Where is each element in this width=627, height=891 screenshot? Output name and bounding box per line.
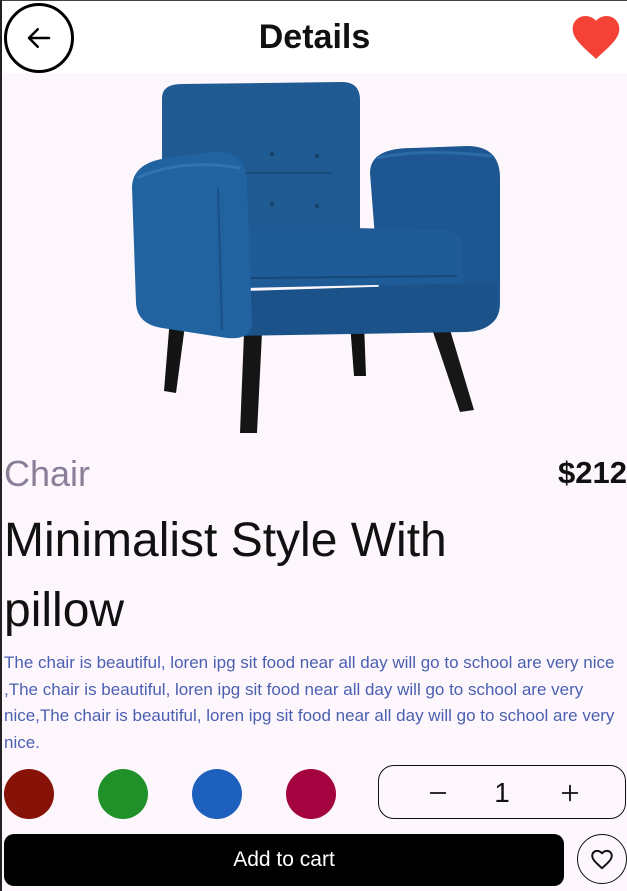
product-category: Chair bbox=[4, 453, 91, 494]
plus-icon bbox=[561, 784, 579, 802]
quantity-value: 1 bbox=[494, 777, 510, 808]
heart-filled-icon bbox=[572, 16, 620, 59]
app-bar: Details bbox=[2, 0, 627, 73]
product-name: Minimalist Style With pillow bbox=[4, 514, 447, 637]
product-image bbox=[132, 82, 500, 433]
product-price: $212 bbox=[558, 455, 627, 490]
color-swatch-blue[interactable] bbox=[192, 769, 242, 819]
color-swatch-red[interactable] bbox=[4, 769, 54, 819]
heart-outline-icon bbox=[591, 849, 613, 870]
minus-icon bbox=[429, 792, 447, 794]
decrease-quantity-button[interactable] bbox=[421, 776, 455, 810]
color-swatch-green[interactable] bbox=[98, 769, 148, 819]
page-title: Details bbox=[258, 18, 371, 56]
quantity-stepper: 1 bbox=[378, 765, 626, 819]
favorite-button[interactable] bbox=[568, 9, 624, 65]
wishlist-button[interactable] bbox=[577, 834, 627, 884]
color-swatch-crimson[interactable] bbox=[286, 769, 336, 819]
add-to-cart-button[interactable]: Add to cart bbox=[4, 834, 564, 886]
increase-quantity-button[interactable] bbox=[553, 776, 587, 810]
product-description: The chair is beautiful, loren ipg sit fo… bbox=[4, 653, 615, 752]
